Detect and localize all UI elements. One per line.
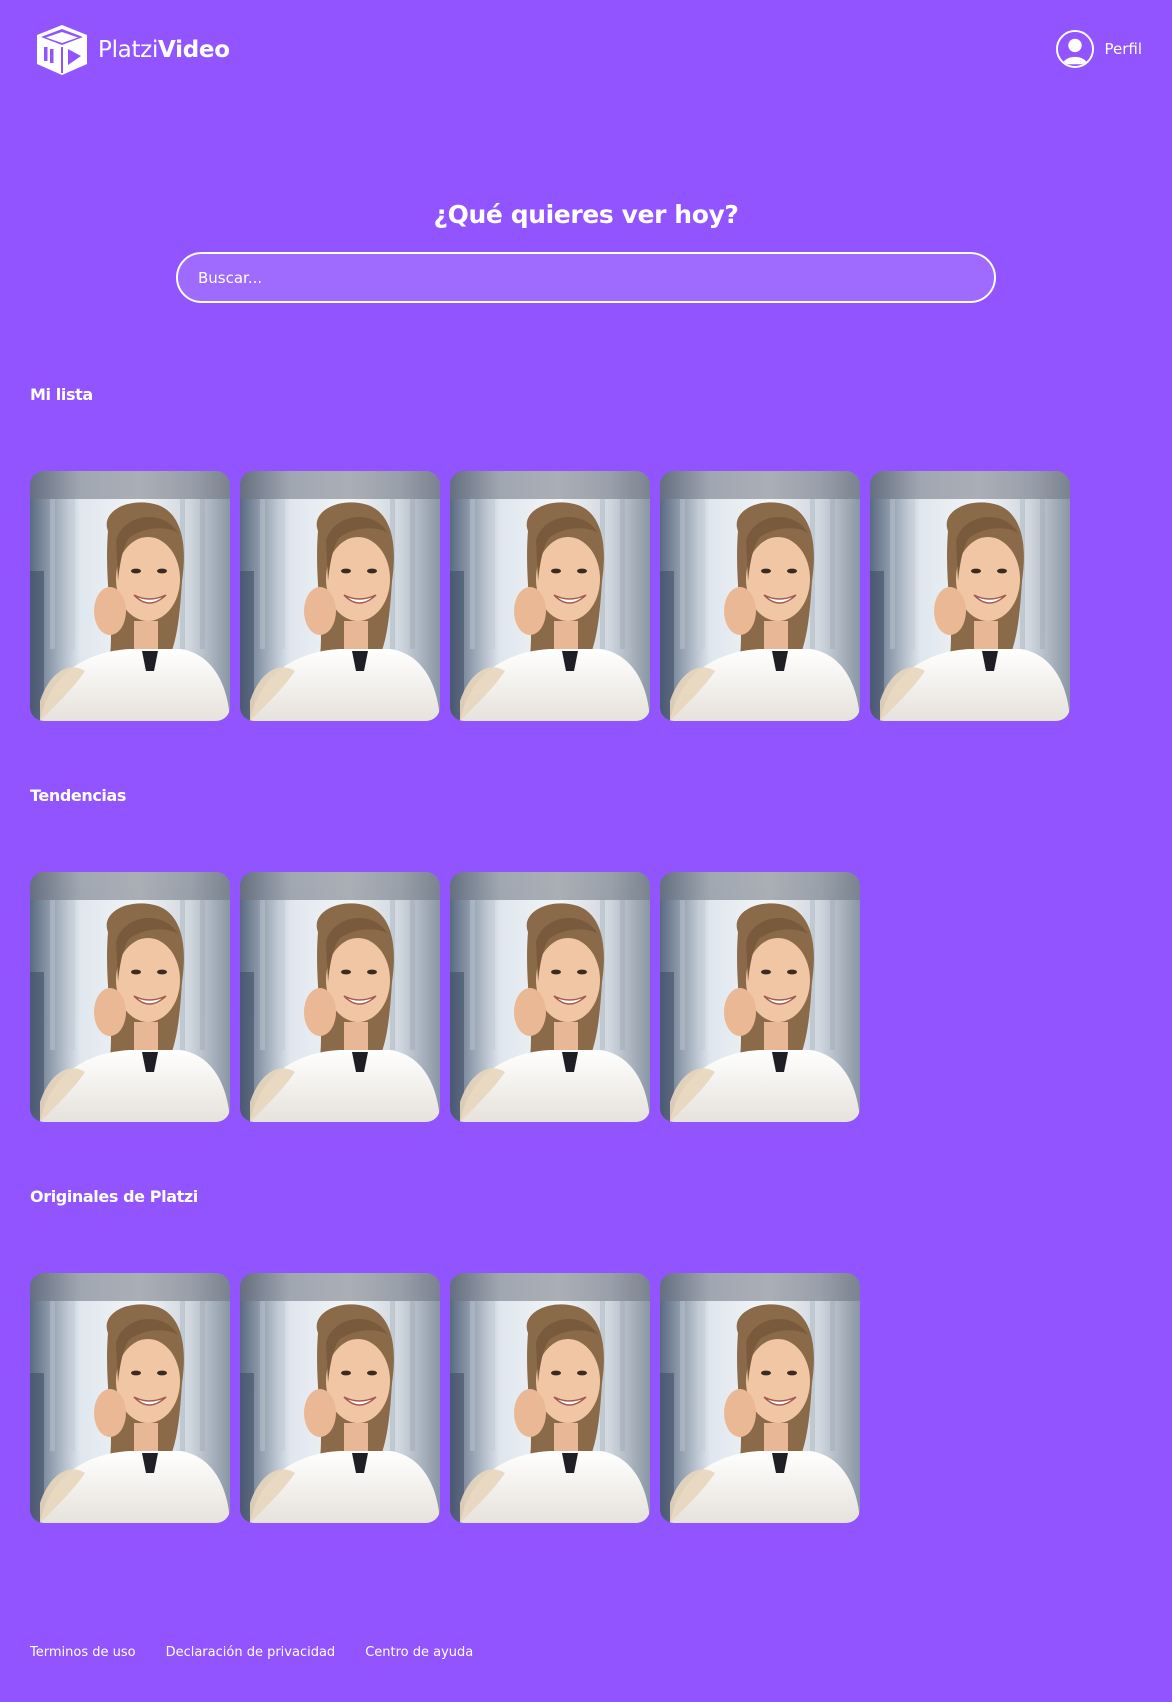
video-card[interactable] xyxy=(660,1273,860,1523)
footer-link-privacy[interactable]: Declaración de privacidad xyxy=(166,1645,336,1660)
footer-link-help[interactable]: Centro de ayuda xyxy=(365,1645,473,1660)
footer: Terminos de uso Declaración de privacida… xyxy=(30,1645,473,1660)
carousel-tendencias xyxy=(30,872,860,1122)
video-card[interactable] xyxy=(30,471,230,721)
thumbnail-image xyxy=(450,872,650,1122)
carousel-mi-lista xyxy=(30,471,1070,721)
carousel-originales xyxy=(30,1273,860,1523)
cube-play-logo-icon xyxy=(37,25,87,75)
search-input[interactable] xyxy=(176,252,996,303)
thumbnail-image xyxy=(660,872,860,1122)
video-card[interactable] xyxy=(450,872,650,1122)
thumbnail-image xyxy=(870,471,1070,721)
thumbnail-image xyxy=(30,1273,230,1523)
user-avatar-icon xyxy=(1056,30,1095,68)
video-card[interactable] xyxy=(30,872,230,1122)
video-card[interactable] xyxy=(450,1273,650,1523)
video-card[interactable] xyxy=(240,872,440,1122)
thumbnail-image xyxy=(30,872,230,1122)
video-card[interactable] xyxy=(660,872,860,1122)
hero-title: ¿Qué quieres ver hoy? xyxy=(433,200,739,229)
video-card[interactable] xyxy=(660,471,860,721)
brand-name-part2: Video xyxy=(158,37,230,63)
thumbnail-image xyxy=(240,872,440,1122)
video-card[interactable] xyxy=(450,471,650,721)
profile-menu[interactable]: Perfil xyxy=(1056,30,1142,68)
thumbnail-image xyxy=(30,471,230,721)
section-title-originales: Originales de Platzi xyxy=(30,1187,198,1206)
brand-logo[interactable]: PlatziVideo xyxy=(34,23,230,77)
video-card[interactable] xyxy=(240,1273,440,1523)
video-card[interactable] xyxy=(240,471,440,721)
thumbnail-image xyxy=(450,471,650,721)
header: PlatziVideo Perfil xyxy=(0,0,1172,100)
thumbnail-image xyxy=(240,1273,440,1523)
thumbnail-image xyxy=(240,471,440,721)
profile-label: Perfil xyxy=(1104,40,1142,58)
video-card[interactable] xyxy=(30,1273,230,1523)
footer-link-terms[interactable]: Terminos de uso xyxy=(30,1645,136,1660)
video-card[interactable] xyxy=(870,471,1070,721)
section-title-mi-lista: Mi lista xyxy=(30,385,93,404)
brand-name: PlatziVideo xyxy=(98,37,230,63)
thumbnail-image xyxy=(660,1273,860,1523)
section-title-tendencias: Tendencias xyxy=(30,786,127,805)
thumbnail-image xyxy=(450,1273,650,1523)
brand-name-part1: Platzi xyxy=(98,37,159,63)
thumbnail-image xyxy=(660,471,860,721)
page: PlatziVideo Perfil ¿Qué quieres ver hoy?… xyxy=(0,0,1172,1702)
